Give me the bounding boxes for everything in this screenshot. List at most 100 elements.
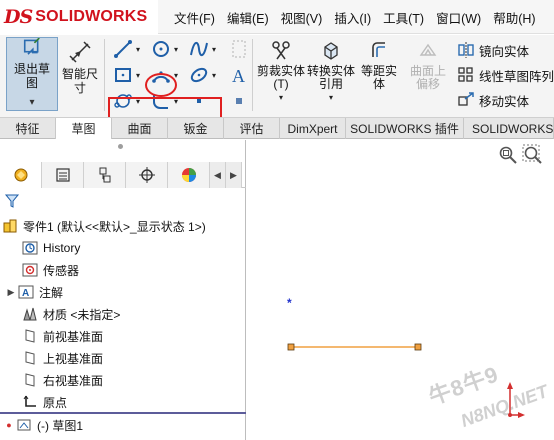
ellipse-tool[interactable] <box>188 64 210 86</box>
menu-insert[interactable]: 插入(I) <box>328 0 377 34</box>
move-icon <box>458 92 474 106</box>
tree-item-history[interactable]: History <box>0 238 244 258</box>
tree-item-annotations[interactable]: ▶ A 注解 <box>0 282 244 302</box>
tab-evaluate[interactable]: 评估 <box>224 118 280 139</box>
chevron-down-icon[interactable]: ▾ <box>212 45 216 54</box>
title-bar: DS SOLIDWORKS 文件(F) 编辑(E) 视图(V) 插入(I) 工具… <box>0 0 554 34</box>
tree-item-right-plane[interactable]: 右视基准面 <box>0 370 244 390</box>
configurationmanager-tab[interactable] <box>84 162 126 188</box>
tree-item-label: History <box>43 241 81 255</box>
tree-root-part[interactable]: 零件1 (默认<<默认>_显示状态 1>) <box>0 216 244 236</box>
tab-sheet-metal[interactable]: 钣金 <box>168 118 224 139</box>
chevron-down-icon[interactable]: ▾ <box>279 91 283 104</box>
smart-dimension-label: 智能尺寸 <box>61 67 98 95</box>
logo-wordmark: SOLIDWORKS <box>35 8 148 25</box>
tab-sketch[interactable]: 草图 <box>56 118 112 139</box>
centerline-tool[interactable] <box>228 38 250 60</box>
menu-help[interactable]: 帮助(H) <box>487 0 541 34</box>
property-list-icon <box>55 168 70 182</box>
tree-filter[interactable] <box>0 190 246 212</box>
spline-tool[interactable] <box>188 38 210 60</box>
chevron-down-icon[interactable]: ▾ <box>29 96 34 110</box>
circle-tool[interactable] <box>150 38 172 60</box>
crosshair-icon <box>138 167 155 183</box>
expand-arrow-icon[interactable]: ▶ <box>6 287 16 298</box>
plane-icon <box>25 373 35 387</box>
featuremanager-tab[interactable] <box>0 162 42 188</box>
tab-features[interactable]: 特征 <box>0 118 56 139</box>
tab-dimxpert-label: DimXpert <box>287 121 338 136</box>
origin-icon <box>23 395 36 407</box>
linear-pattern-label: 线性草图阵列 <box>479 69 554 84</box>
chevron-down-icon[interactable]: ▾ <box>329 91 333 104</box>
tree-item-label: (-) 草图1 <box>37 418 83 433</box>
chevron-down-icon[interactable]: ▾ <box>212 71 216 80</box>
exit-sketch-button[interactable]: 退出草图 ▾ <box>6 37 58 111</box>
tree-item-label: 前视基准面 <box>43 329 104 344</box>
menu-tools[interactable]: 工具(T) <box>377 0 430 34</box>
menu-tools-label: 工具(T) <box>383 11 425 26</box>
menu-help-label: 帮助(H) <box>493 11 536 26</box>
offset-on-surface-button[interactable]: 曲面上偏移 <box>404 39 452 91</box>
smart-dimension-button[interactable]: 智能尺寸 <box>60 39 100 95</box>
tree-item-label: 上视基准面 <box>43 351 104 366</box>
scroll-right-icon[interactable]: ▶ <box>226 162 242 188</box>
construction-tool[interactable] <box>228 90 250 112</box>
tab-dimxpert[interactable]: DimXpert <box>280 118 346 139</box>
convert-entities-button[interactable]: 转换实体引用 ▾ <box>306 39 356 104</box>
tab-surfaces-label: 曲面 <box>127 122 152 136</box>
chevron-down-icon[interactable]: ▾ <box>136 71 140 80</box>
tab-addins[interactable]: SOLIDWORKS 插件 <box>346 118 464 139</box>
tree-item-sketch1[interactable]: ● (-) 草图1 <box>0 415 244 435</box>
offset-label: 等距实体 <box>361 64 398 91</box>
menu-insert-label: 插入(I) <box>334 11 372 26</box>
line-endpoint-handle[interactable] <box>287 343 295 351</box>
tree-root-label: 零件1 (默认<<默认>_显示状态 1>) <box>23 219 206 234</box>
ds-logo-mark: DS <box>4 6 33 28</box>
menu-view[interactable]: 视图(V) <box>275 0 329 34</box>
tree-item-sensors[interactable]: 传感器 <box>0 260 244 280</box>
scroll-left-icon[interactable]: ◀ <box>210 162 226 188</box>
ribbon-separator <box>252 39 253 111</box>
rectangle-icon <box>115 68 131 82</box>
tree-item-label: 注解 <box>39 285 64 300</box>
command-tabs: 特征 草图 曲面 钣金 评估 DimXpert SOLIDWORKS 插件 SO… <box>0 117 554 139</box>
chevron-down-icon[interactable]: ▾ <box>136 45 140 54</box>
menu-edit[interactable]: 编辑(E) <box>221 0 275 34</box>
tree-item-material[interactable]: 材质 <未指定> <box>0 304 244 324</box>
move-label: 移动实体 <box>479 94 530 109</box>
displaymanager-tab[interactable] <box>168 162 210 188</box>
dimxpertmanager-tab[interactable] <box>126 162 168 188</box>
expand-arrow-icon[interactable]: ● <box>4 420 14 430</box>
menu-file[interactable]: 文件(F) <box>168 0 221 34</box>
feature-manager-panel: ◀ ▶ 零件1 (默认<<默认>_显示状态 1>) History 传感器 ▶ … <box>0 140 246 440</box>
tab-surfaces[interactable]: 曲面 <box>112 118 168 139</box>
offset-entities-button[interactable]: 等距实体 <box>356 39 402 91</box>
propertymanager-tab[interactable] <box>42 162 84 188</box>
exit-sketch-icon <box>23 38 40 55</box>
convert-entities-icon <box>324 42 338 60</box>
menu-window[interactable]: 窗口(W) <box>430 0 487 34</box>
menu-bar: 文件(F) 编辑(E) 视图(V) 插入(I) 工具(T) 窗口(W) 帮助(H… <box>168 0 542 34</box>
trim-entities-button[interactable]: 剪裁实体(T) ▾ <box>256 39 306 104</box>
line-endpoint-handle[interactable] <box>414 343 422 351</box>
panel-grip-handle[interactable] <box>118 144 123 149</box>
tree-item-front-plane[interactable]: 前视基准面 <box>0 326 244 346</box>
tree-item-origin[interactable]: 原点 <box>0 392 244 412</box>
line-tool[interactable] <box>112 38 134 60</box>
text-tool[interactable]: A <box>228 64 250 86</box>
solidworks-logo[interactable]: DS SOLIDWORKS <box>0 0 158 34</box>
tree-item-top-plane[interactable]: 上视基准面 <box>0 348 244 368</box>
convert-label: 转换实体引用 <box>307 64 356 91</box>
tree-item-label: 右视基准面 <box>43 373 104 388</box>
move-entities-button[interactable]: 移动实体 <box>457 89 529 111</box>
graphics-area[interactable]: * 牛8牛9 N8NQ.NET <box>247 140 554 440</box>
linear-pattern-button[interactable]: 线性草图阵列 <box>457 64 554 86</box>
chevron-down-icon[interactable]: ▾ <box>174 45 178 54</box>
rectangle-tool[interactable] <box>112 64 134 86</box>
tab-mbd[interactable]: SOLIDWORKS MBD <box>464 118 554 139</box>
tree-item-label: 传感器 <box>43 263 80 278</box>
tab-mbd-label: SOLIDWORKS MBD <box>472 121 554 136</box>
sketch-icon <box>17 419 31 431</box>
mirror-entities-button[interactable]: 镜向实体 <box>457 39 529 61</box>
